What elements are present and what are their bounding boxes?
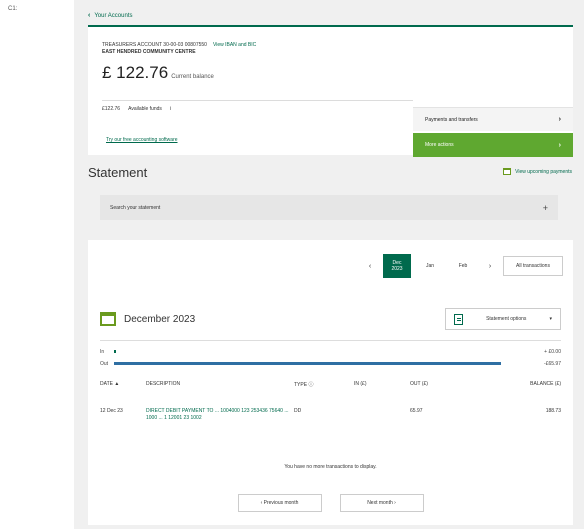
table-row: 12 Dec 23 DIRECT DEBIT PAYMENT TO ... 10…: [100, 408, 561, 422]
banking-page: ‹ Your Accounts TREASURERS ACCOUNT 30-00…: [74, 0, 584, 529]
back-link-label: Your Accounts: [94, 12, 133, 19]
divider: [100, 340, 561, 341]
divider: [102, 100, 413, 101]
search-statement-label: Search your statement: [110, 204, 161, 211]
month-tab-dec[interactable]: Dec 2023: [383, 254, 411, 278]
row-type: DD: [294, 408, 302, 414]
month-tab-jan[interactable]: Jan: [416, 254, 444, 278]
month-pager: ‹ Previous month Next month ›: [88, 494, 573, 512]
calendar-icon: [503, 168, 512, 175]
header-out: OUT (£): [410, 381, 428, 387]
available-funds-row: £122.76 Available funds i: [102, 106, 171, 112]
month-heading-label: December 2023: [124, 313, 196, 325]
statement-title: Statement: [88, 165, 148, 180]
account-name-row: TREASURERS ACCOUNT 30-00-03 00807550 Vie…: [102, 42, 256, 48]
money-out-row: Out -£65.97: [100, 359, 561, 369]
available-label: Available funds: [128, 106, 162, 112]
row-description-link[interactable]: DIRECT DEBIT PAYMENT TO ... 1004000 123 …: [146, 408, 294, 422]
header-date[interactable]: DATE ▲: [100, 381, 146, 388]
more-actions-button[interactable]: More actions ›: [413, 133, 573, 157]
balance-label: Current balance: [171, 74, 214, 80]
row-balance: 188.73: [545, 408, 561, 414]
money-out-bar: [114, 362, 501, 365]
month-tab-dec-year: 2023: [391, 266, 403, 272]
accounting-software-link[interactable]: Try our free accounting software: [106, 137, 178, 143]
month-heading: December 2023: [100, 312, 195, 326]
next-months-arrow[interactable]: ›: [482, 254, 498, 278]
document-icon: [454, 313, 463, 325]
header-description: DESCRIPTION: [146, 381, 181, 387]
account-name: TREASURERS ACCOUNT 30-00-03 00807550: [102, 42, 207, 48]
header-type: TYPE ⓘ: [294, 382, 314, 388]
current-balance: £ 122.76 Current balance: [102, 63, 214, 83]
upcoming-label: View upcoming payments: [515, 168, 572, 175]
header-balance: BALANCE (£): [530, 381, 561, 387]
upcoming-payments-link[interactable]: View upcoming payments: [503, 168, 572, 175]
info-icon[interactable]: i: [170, 106, 171, 112]
balance-amount: £ 122.76: [102, 63, 169, 82]
payments-transfers-button[interactable]: Payments and transfers ›: [413, 107, 573, 131]
view-iban-link[interactable]: View IBAN and BIC: [213, 42, 256, 48]
month-tab-feb[interactable]: Feb: [449, 254, 477, 278]
money-out-amount: -£65.97: [544, 361, 561, 367]
chevron-down-icon: ▾: [549, 316, 552, 322]
previous-month-button[interactable]: ‹ Previous month: [237, 494, 322, 512]
money-in-label: In: [100, 349, 105, 355]
search-statement-toggle[interactable]: Search your statement +: [100, 195, 558, 220]
row-date: 12 Dec 23: [100, 408, 123, 414]
calendar-icon: [100, 312, 116, 326]
transactions-card: ‹ Dec 2023 Jan Feb › All transactions De…: [88, 240, 573, 525]
row-out: 65.97: [410, 408, 423, 414]
account-summary-card: TREASURERS ACCOUNT 30-00-03 00807550 Vie…: [88, 25, 573, 157]
header-in: IN (£): [354, 381, 367, 387]
money-out-bar-track: [114, 361, 501, 367]
chevron-right-icon: ›: [558, 116, 561, 123]
more-actions-label: More actions: [425, 142, 454, 148]
money-out-label: Out: [100, 361, 109, 367]
back-to-accounts-link[interactable]: ‹ Your Accounts: [88, 12, 132, 19]
table-header: DATE ▲ DESCRIPTION TYPE ⓘ IN (£) OUT (£)…: [100, 381, 561, 388]
payments-label: Payments and transfers: [425, 116, 478, 123]
corner-label: C1:: [8, 6, 18, 12]
prev-months-arrow[interactable]: ‹: [362, 254, 378, 278]
available-amount: £122.76: [102, 106, 121, 112]
next-month-button[interactable]: Next month ›: [339, 494, 424, 512]
statement-options-dropdown[interactable]: Statement options ▾: [445, 308, 561, 330]
money-in-amount: + £0.00: [544, 349, 561, 355]
no-more-transactions-message: You have no more transactions to display…: [284, 464, 377, 470]
all-transactions-button[interactable]: All transactions: [503, 256, 563, 276]
month-navigation: ‹ Dec 2023 Jan Feb › All transactions: [362, 254, 563, 278]
statement-options-label: Statement options: [486, 316, 527, 322]
chevron-right-icon: ›: [558, 141, 561, 149]
row-in: [354, 408, 410, 422]
account-organisation: EAST HENDRED COMMUNITY CENTRE: [102, 49, 196, 55]
money-in-row: In + £0.00: [100, 347, 561, 357]
money-in-bar: [114, 350, 116, 353]
plus-icon: +: [542, 202, 548, 213]
chevron-left-icon: ‹: [88, 12, 91, 19]
money-in-bar-track: [114, 349, 501, 355]
